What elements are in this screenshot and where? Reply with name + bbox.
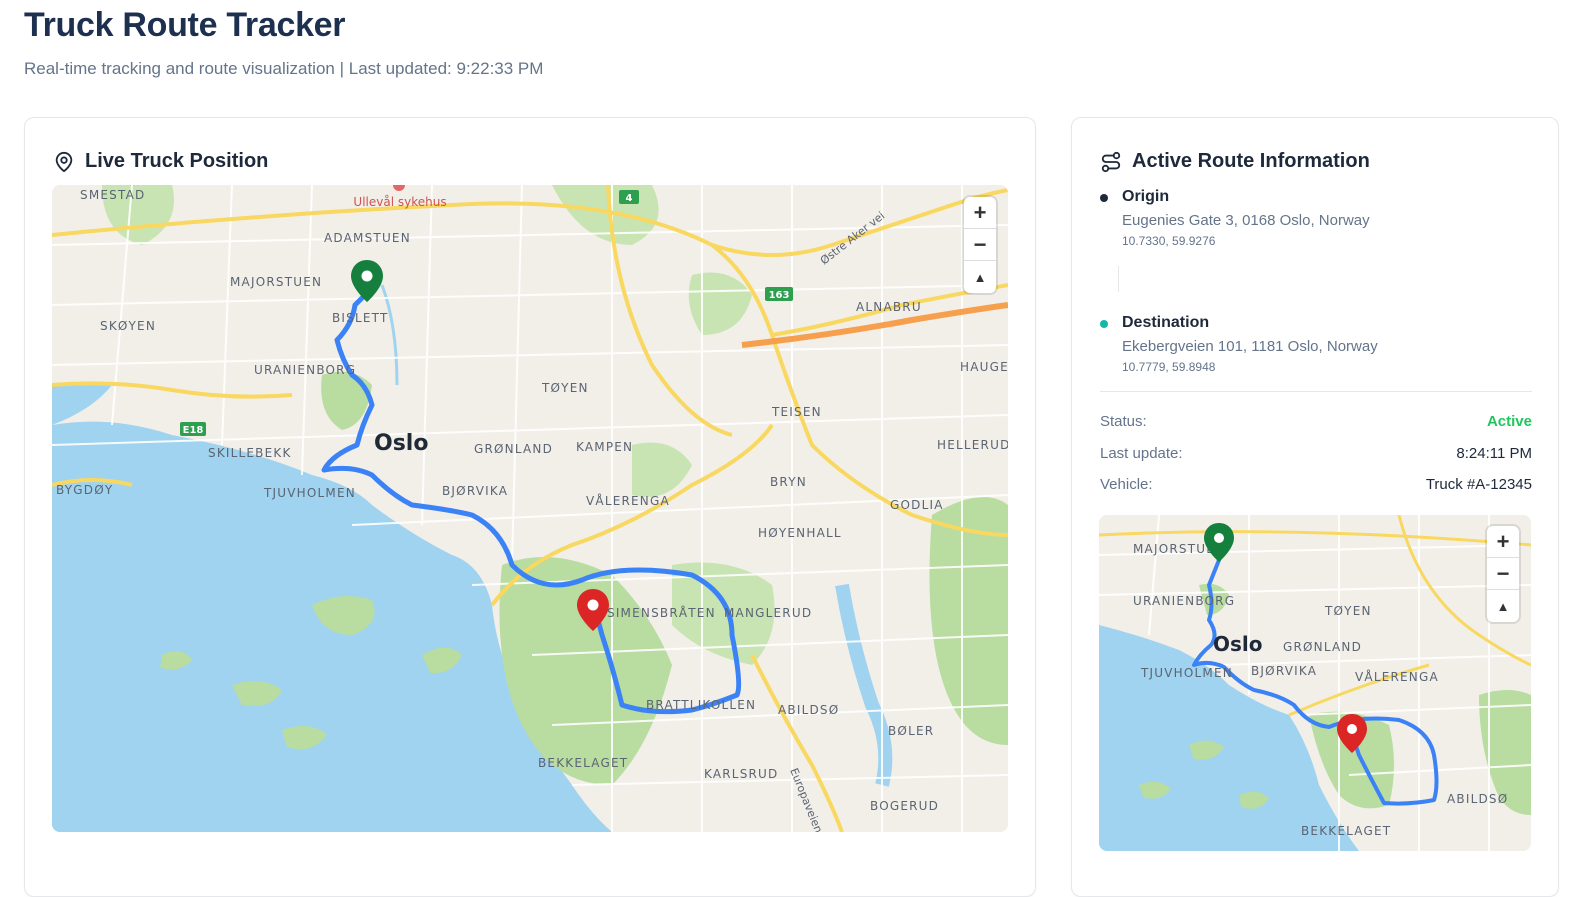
zoom-out-button[interactable]: − (964, 229, 996, 261)
district-label: BJØRVIKA (442, 484, 508, 498)
district-label: MAJORSTUEN (230, 275, 322, 289)
mini-district-label: GRØNLAND (1283, 640, 1362, 654)
district-label: KARLSRUD (704, 767, 778, 781)
mini-city-label: Oslo (1213, 632, 1263, 656)
district-label: HAUGE (960, 360, 1008, 374)
route-icon (1101, 151, 1121, 172)
district-label: TØYEN (541, 381, 589, 395)
last-update-row: Last update: 8:24:11 PM (1100, 445, 1532, 462)
last-update-label: Last update: (1100, 445, 1183, 462)
road-badge-e18: E18 (180, 422, 206, 436)
district-label: KAMPEN (576, 440, 633, 454)
mini-district-label: TJUVHOLMEN (1140, 666, 1233, 680)
district-label: ALNABRU (856, 300, 922, 314)
origin-label: Origin (1122, 188, 1170, 205)
district-label: BRYN (770, 475, 807, 489)
route-info-header: Active Route Information (1100, 150, 1370, 173)
live-position-title: Live Truck Position (85, 150, 269, 172)
svg-text:163: 163 (769, 290, 790, 301)
district-label: URANIENBORG (254, 363, 356, 377)
district-label: VÅLERENGA (586, 493, 670, 508)
mini-district-label: BJØRVIKA (1251, 664, 1317, 678)
mini-zoom-out-button[interactable]: − (1487, 558, 1519, 590)
district-label: SMESTAD (80, 188, 145, 202)
origin-coords: 10.7330, 59.9276 (1122, 234, 1216, 248)
page-header: Truck Route Tracker Real-time tracking a… (24, 6, 543, 79)
district-label: BISLETT (332, 311, 389, 325)
district-label: BRATTLIKOLLEN (646, 698, 756, 712)
live-position-header: Live Truck Position (53, 150, 268, 173)
district-label: HØYENHALL (758, 526, 842, 540)
district-label: SKILLEBEKK (208, 446, 292, 460)
vehicle-label: Vehicle: (1100, 476, 1153, 493)
district-label: TJUVHOLMEN (263, 486, 356, 500)
mini-map-zoom-controls: + − ▲ (1487, 526, 1519, 622)
svg-text:4: 4 (626, 193, 633, 204)
city-label: Oslo (374, 431, 428, 456)
origin-dot (1100, 194, 1108, 202)
map-pin-icon (55, 151, 73, 172)
mini-district-label: BEKKELAGET (1301, 824, 1391, 838)
status-badge: Active (1486, 413, 1532, 430)
district-label: BEKKELAGET (538, 756, 628, 770)
hospital-label: Ullevål sykehus (353, 195, 446, 209)
district-label: HELLERUD (937, 438, 1008, 452)
divider (1100, 391, 1532, 392)
page-subtitle: Real-time tracking and route visualizati… (24, 59, 544, 78)
district-label: BØLER (888, 724, 934, 738)
status-row: Status: Active (1100, 413, 1532, 430)
destination-label: Destination (1122, 314, 1210, 331)
district-label: ABILDSØ (778, 703, 839, 717)
vehicle-value: Truck #A-12345 (1425, 476, 1532, 493)
district-label: BYGDØY (56, 483, 113, 497)
page-title: Truck Route Tracker (24, 6, 346, 44)
district-label: SKØYEN (100, 319, 156, 333)
map-zoom-controls: + − ▲ (964, 197, 996, 293)
mini-zoom-in-button[interactable]: + (1487, 526, 1519, 558)
road-badge-4: 4 (619, 190, 639, 204)
last-update-value: 8:24:11 PM (1456, 445, 1532, 462)
road-badge-163: 163 (765, 287, 793, 301)
route-connector (1118, 266, 1119, 292)
route-info-title: Active Route Information (1132, 150, 1370, 172)
zoom-in-button[interactable]: + (964, 197, 996, 229)
mini-map[interactable]: Oslo MAJORSTUEN URANIENBORG TØYEN GRØNLA… (1099, 515, 1531, 851)
district-label: ADAMSTUEN (324, 231, 411, 245)
destination-address: Ekebergveien 101, 1181 Oslo, Norway (1122, 338, 1378, 355)
live-position-card: Live Truck Position 4 163 E18 Ullevål sy… (24, 117, 1036, 897)
mini-district-label: URANIENBORG (1133, 594, 1235, 608)
route-info-card: Active Route Information Origin Eugenies… (1071, 117, 1559, 897)
district-label: SIMENSBRÅTEN (607, 605, 716, 620)
destination-dot (1100, 320, 1108, 328)
svg-text:E18: E18 (183, 425, 204, 436)
main-map[interactable]: 4 163 E18 Ullevål sykehus Oslo SMESTAD A… (52, 185, 1008, 832)
destination-coords: 10.7779, 59.8948 (1122, 360, 1216, 374)
mini-reset-north-button[interactable]: ▲ (1487, 590, 1519, 622)
district-label: MANGLERUD (724, 606, 812, 620)
mini-district-label: VÅLERENGA (1355, 669, 1439, 684)
district-label: TEISEN (771, 405, 822, 419)
district-label: BOGERUD (870, 799, 939, 813)
mini-district-label: TØYEN (1324, 604, 1372, 618)
origin-address: Eugenies Gate 3, 0168 Oslo, Norway (1122, 212, 1370, 229)
reset-north-button[interactable]: ▲ (964, 261, 996, 293)
district-label: GODLIA (890, 498, 944, 512)
mini-district-label: ABILDSØ (1447, 792, 1508, 806)
district-label: GRØNLAND (474, 442, 553, 456)
vehicle-row: Vehicle: Truck #A-12345 (1100, 476, 1532, 493)
status-label: Status: (1100, 413, 1147, 430)
